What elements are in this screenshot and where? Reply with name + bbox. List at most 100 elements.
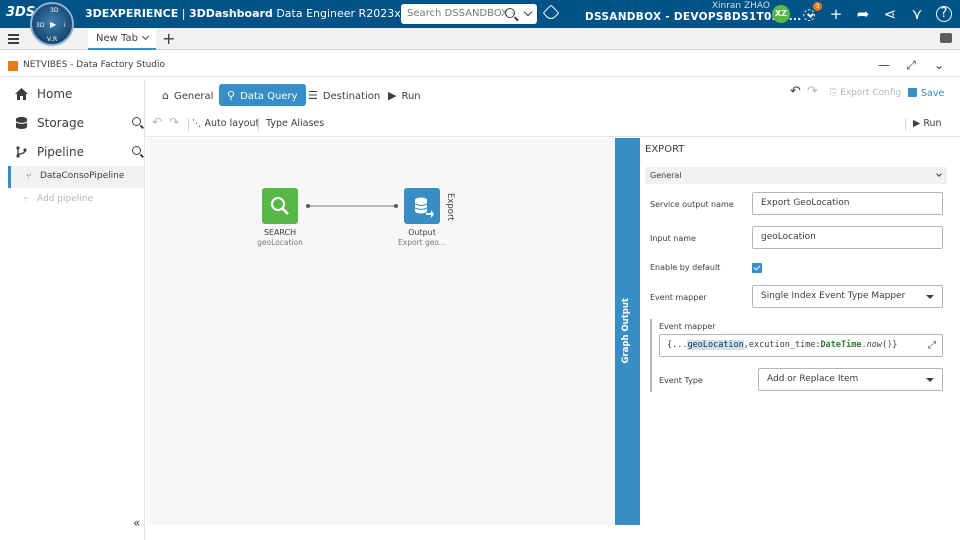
search-icon[interactable]: [132, 117, 141, 126]
step-destination[interactable]: ☰ Destination: [308, 84, 380, 106]
search-icon[interactable]: [132, 146, 141, 155]
home-icon: ⌂: [162, 89, 169, 102]
export-side-label: Export: [445, 193, 455, 221]
step-general[interactable]: ⌂ General: [162, 84, 213, 106]
section-general[interactable]: General: [645, 167, 947, 184]
expand-icon[interactable]: ⤢: [928, 340, 936, 351]
database-icon: [15, 117, 28, 129]
platform-name: 3DEXPERIENCE: [85, 7, 179, 20]
caret-down-icon: [926, 378, 934, 382]
add-icon[interactable]: +: [827, 5, 845, 23]
node-output-sub: Export geo...: [398, 238, 446, 247]
event-mapper-selected: Single Index Event Type Mapper: [761, 291, 906, 301]
search-icon[interactable]: [505, 8, 515, 18]
search-input[interactable]: Search DSSANDBOX -: [401, 4, 537, 24]
input-name-input[interactable]: geoLocation: [752, 226, 943, 249]
sidebar-item-pipeline[interactable]: Pipeline: [0, 138, 145, 166]
pipeline-item-dataconsopipeline[interactable]: ⑂ DataConsoPipeline: [8, 166, 144, 188]
redo-icon: ↷: [169, 115, 180, 129]
search-placeholder: Search DSSANDBOX -: [407, 8, 515, 19]
auto-layout-button[interactable]: ⋱ Auto layout: [192, 118, 259, 129]
database-export-icon: [414, 197, 434, 218]
service-output-name-input[interactable]: Export GeoLocation: [752, 192, 943, 215]
type-aliases-button[interactable]: Type Aliases: [266, 118, 324, 129]
tab-new-tab[interactable]: New Tab: [88, 28, 156, 50]
step-run[interactable]: ▶ Run: [388, 84, 421, 106]
chevron-down-icon[interactable]: [936, 171, 942, 177]
enable-by-default-checkbox[interactable]: [752, 263, 762, 273]
chevron-down-icon[interactable]: [141, 32, 150, 41]
sidebar-item-label: Pipeline: [37, 145, 84, 159]
input-name-label: Input name: [650, 234, 696, 243]
add-pipeline-label: Add pipeline: [37, 194, 93, 204]
graph-output-toggle[interactable]: Graph Output: [615, 138, 640, 525]
minimize-icon[interactable]: —: [877, 58, 891, 72]
step-data-query[interactable]: ⚲ Data Query: [219, 84, 306, 106]
service-output-name-label: Service output name: [650, 200, 734, 209]
code-highlight: geoLocation: [687, 340, 744, 350]
divider: [188, 118, 189, 131]
notification-badge: 3: [813, 2, 822, 11]
compass-icon[interactable]: 3D 3D i V,R ▶: [30, 2, 74, 46]
section-label: General: [650, 171, 682, 180]
pipeline-label: DataConsoPipeline: [40, 171, 125, 181]
graph-output-label: Graph Output: [621, 298, 631, 364]
app-title: NETVIBES - Data Factory Studio: [23, 60, 166, 70]
undo-icon[interactable]: ↶: [790, 84, 801, 99]
avatar[interactable]: XZ: [772, 5, 790, 23]
edge-port-out: [306, 204, 310, 208]
user-info[interactable]: Xinran ZHAO DSSANDBOX - DEVOPSBDS1T0BU..…: [585, 1, 814, 23]
apps-icon[interactable]: ⋎: [908, 5, 926, 23]
sidebar: Home Storage Pipeline ⑂ DataConsoPipelin…: [0, 80, 145, 540]
sidebar-item-label: Storage: [37, 116, 84, 130]
event-mapper-code-editor[interactable]: {...geoLocation,excution_time:DateTime.n…: [659, 334, 943, 357]
save-button[interactable]: Save: [908, 88, 944, 99]
sidebar-item-label: Home: [37, 87, 73, 101]
app-header: NETVIBES - Data Factory Studio — ⤢ ⌄: [0, 55, 960, 77]
tab-bar: New Tab +: [0, 28, 960, 50]
graph-canvas[interactable]: SEARCH geoLocation Output Export geo...: [146, 138, 615, 525]
compass-north: 3D: [50, 7, 59, 14]
brand-title[interactable]: 3DEXPERIENCE | 3DDashboard Data Engineer…: [85, 6, 449, 20]
network-icon[interactable]: ⋖: [881, 5, 899, 23]
sidebar-item-storage[interactable]: Storage: [0, 109, 145, 137]
node-search[interactable]: [262, 188, 298, 224]
chevron-down-icon[interactable]: [523, 7, 533, 17]
export-config-button: ⎘ Export Config: [830, 88, 902, 98]
maximize-icon[interactable]: ⤢: [904, 58, 918, 73]
add-tab-button[interactable]: +: [162, 29, 175, 48]
save-icon: [908, 88, 917, 97]
play-icon: ▶: [913, 118, 921, 129]
chat-icon[interactable]: [940, 33, 952, 43]
share-icon[interactable]: ➦: [854, 5, 872, 23]
app-name: 3DDashboard: [188, 7, 273, 20]
node-output-label: Output: [408, 228, 436, 237]
divider: [258, 118, 259, 131]
sidebar-item-home[interactable]: Home: [0, 80, 145, 108]
chevron-down-icon[interactable]: ⌄: [932, 58, 946, 72]
menu-icon[interactable]: [8, 34, 19, 44]
graph-edges: [306, 204, 398, 208]
node-search-sub: geoLocation: [257, 238, 303, 247]
event-mapper-select[interactable]: Single Index Event Type Mapper: [752, 285, 943, 308]
add-pipeline-button[interactable]: ⑂ Add pipeline: [8, 189, 144, 211]
event-mapper-code-label: Event mapper: [659, 322, 716, 331]
graph-toolbar: ↶ ↷ ⋱ Auto layout Type Aliases ▶ Run: [145, 112, 960, 137]
netvibes-logo-icon: [8, 61, 18, 71]
redo-icon: ↷: [807, 84, 818, 99]
tab-label: New Tab: [96, 33, 138, 44]
node-output[interactable]: [404, 188, 440, 224]
data-query-icon: ⚲: [227, 89, 236, 102]
run-button[interactable]: ▶ Run: [913, 118, 942, 129]
tag-icon[interactable]: [542, 4, 560, 22]
event-type-select[interactable]: Add or Replace Item: [758, 368, 943, 391]
panel-title: EXPORT: [645, 144, 685, 155]
pipeline-icon: ⑂: [26, 172, 32, 182]
play-icon: ▶: [50, 20, 57, 29]
help-icon[interactable]: ?: [936, 6, 952, 22]
compass-east: i: [64, 22, 66, 29]
compass-west: 3D: [36, 22, 45, 29]
divider: [905, 118, 906, 131]
collapse-sidebar-button[interactable]: «: [133, 516, 140, 530]
database-icon: ☰: [308, 89, 318, 102]
